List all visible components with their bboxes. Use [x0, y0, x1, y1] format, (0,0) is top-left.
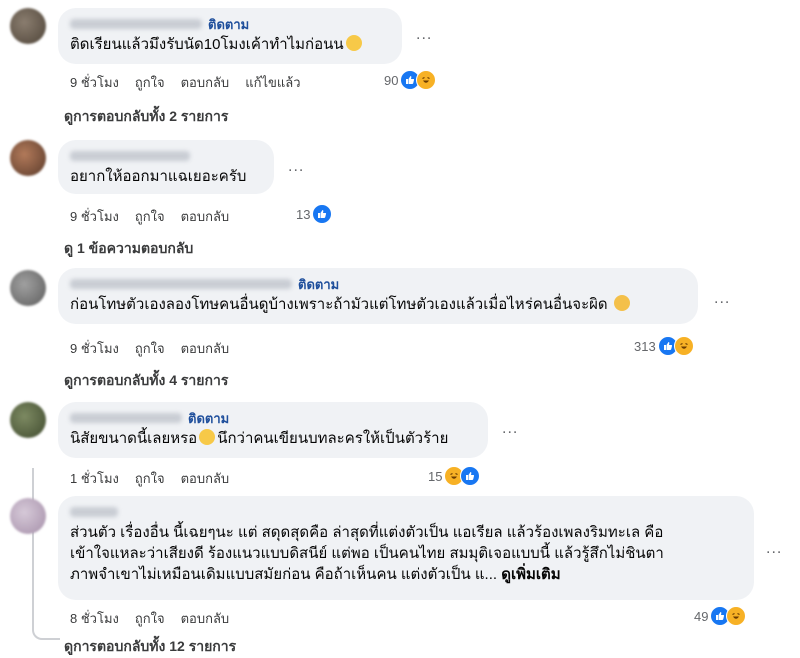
comment-actions: 9 ชั่วโมง ถูกใจ ตอบกลับ [70, 206, 229, 227]
follow-button[interactable]: ติดตาม [208, 14, 249, 35]
author-name[interactable] [70, 413, 182, 423]
comment-bubble: อยากให้ออกมาแฉเยอะครับ [58, 140, 274, 194]
timestamp[interactable]: 1 ชั่วโมง [70, 468, 119, 489]
comment-text: ก่อนโทษตัวเองลองโทษคนอื่นดูบ้างเพราะถ้าม… [70, 294, 686, 315]
reaction-count: 90 [384, 72, 399, 88]
comment-bubble: ติดตาม ติดเรียนแล้วมึงรับนัด10โมงเค้าทำไ… [58, 8, 402, 64]
reaction-summary[interactable]: 313 [634, 336, 694, 356]
reply-button[interactable]: ตอบกลับ [181, 608, 230, 629]
reaction-summary[interactable]: 49 [694, 606, 747, 626]
more-options-button[interactable]: ... [714, 290, 730, 308]
comment-text: ติดเรียนแล้วมึงรับนัด10โมงเค้าทำไมก่อนน [70, 34, 390, 55]
haha-reaction-icon [416, 70, 437, 90]
view-replies-link[interactable]: ดูการตอบกลับทั้ง 12 รายการ [64, 636, 236, 658]
timestamp[interactable]: 9 ชั่วโมง [70, 338, 119, 359]
haha-reaction-icon [726, 606, 747, 626]
reply-button[interactable]: ตอบกลับ [181, 206, 230, 227]
comment-text: ส่วนตัว เรื่องอื่น นี้เฉยๆนะ แต่ สดุดสุด… [70, 524, 664, 583]
like-button[interactable]: ถูกใจ [135, 468, 165, 489]
reaction-count: 313 [634, 338, 656, 354]
avatar[interactable] [10, 402, 46, 438]
reaction-count: 49 [694, 608, 709, 624]
edited-label: แก้ไขแล้ว [245, 75, 301, 90]
comment-text: นิสัยขนาดนี้เลยหรอ นึกว่าคนเขียนบทละครให้… [70, 429, 449, 447]
like-button[interactable]: ถูกใจ [135, 206, 165, 227]
author-name[interactable] [70, 279, 292, 289]
timestamp[interactable]: 9 ชั่วโมง [70, 206, 119, 227]
reaction-summary[interactable]: 15 [428, 466, 481, 486]
more-options-button[interactable]: ... [766, 540, 782, 558]
more-options-button[interactable]: ... [288, 158, 304, 176]
comment-bubble: ติดตาม ก่อนโทษตัวเองลองโทษคนอื่นดูบ้างเพ… [58, 268, 698, 324]
avatar[interactable] [10, 498, 46, 534]
author-name[interactable] [70, 151, 190, 161]
reaction-summary[interactable]: 13 [296, 204, 333, 224]
view-replies-link[interactable]: ดู 1 ข้อความตอบกลับ [64, 238, 193, 260]
comment-actions: 1 ชั่วโมง ถูกใจ ตอบกลับ [70, 468, 229, 489]
sad-emoji-icon [613, 295, 630, 311]
comment-actions: 8 ชั่วโมง ถูกใจ ตอบกลับ [70, 608, 229, 629]
comment-text: อยากให้ออกมาแฉเยอะครับ [70, 168, 247, 185]
grimace-emoji-icon [199, 429, 216, 445]
follow-button[interactable]: ติดตาม [298, 274, 339, 295]
comment-bubble: ติดตาม นิสัยขนาดนี้เลยหรอ นึกว่าคนเขียนบท… [58, 402, 488, 458]
thread-connector [32, 468, 60, 640]
reply-button[interactable]: ตอบกลับ [181, 468, 230, 489]
like-button[interactable]: ถูกใจ [135, 608, 165, 629]
avatar[interactable] [10, 8, 46, 44]
like-reaction-icon [460, 466, 481, 486]
like-button[interactable]: ถูกใจ [135, 338, 165, 359]
reaction-count: 15 [428, 468, 443, 484]
author-name[interactable] [70, 19, 202, 29]
reply-button[interactable]: ตอบกลับ [181, 72, 230, 93]
avatar[interactable] [10, 270, 46, 306]
view-replies-link[interactable]: ดูการตอบกลับทั้ง 4 รายการ [64, 370, 228, 392]
reaction-summary[interactable]: 90 [384, 70, 437, 90]
see-more-link[interactable]: ดูเพิ่มเติม [501, 566, 560, 583]
reply-button[interactable]: ตอบกลับ [181, 338, 230, 359]
timestamp[interactable]: 9 ชั่วโมง [70, 72, 119, 93]
comment-bubble: ส่วนตัว เรื่องอื่น นี้เฉยๆนะ แต่ สดุดสุด… [58, 496, 754, 600]
author-name[interactable] [70, 507, 118, 517]
comment-actions: 9 ชั่วโมง ถูกใจ ตอบกลับ แก้ไขแล้ว [70, 72, 301, 93]
more-options-button[interactable]: ... [416, 26, 432, 44]
more-options-button[interactable]: ... [502, 420, 518, 438]
grimace-emoji-icon [345, 35, 362, 51]
view-replies-link[interactable]: ดูการตอบกลับทั้ง 2 รายการ [64, 106, 228, 128]
follow-button[interactable]: ติดตาม [188, 408, 229, 429]
avatar[interactable] [10, 140, 46, 176]
reaction-count: 13 [296, 206, 311, 222]
like-button[interactable]: ถูกใจ [135, 72, 165, 93]
timestamp[interactable]: 8 ชั่วโมง [70, 608, 119, 629]
comment-actions: 9 ชั่วโมง ถูกใจ ตอบกลับ [70, 338, 229, 359]
haha-reaction-icon [673, 336, 694, 356]
like-reaction-icon [312, 204, 333, 224]
